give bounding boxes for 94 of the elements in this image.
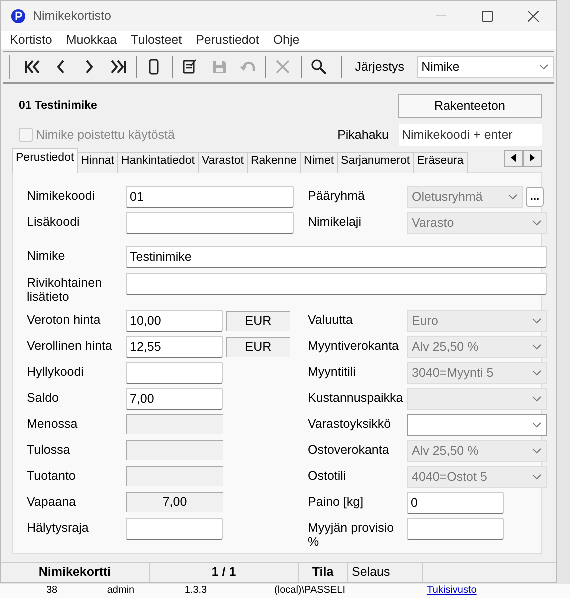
chevron-icon — [538, 64, 549, 70]
item-heading: 01 Testinimike — [19, 100, 98, 112]
field-label: Ostoverokanta — [308, 442, 390, 457]
status-text: Selaus — [348, 562, 423, 582]
chevron-icon — [532, 318, 542, 324]
text-field[interactable] — [126, 518, 223, 540]
field-label: Veroton hinta — [27, 312, 102, 327]
chevron-icon — [532, 370, 542, 376]
field-label: Rivikohtainen lisätieto — [27, 274, 104, 304]
sort-dropdown[interactable]: Nimike — [416, 56, 554, 78]
field-label: Myyntiverokanta — [308, 338, 400, 353]
text-field[interactable]: 10,00 — [126, 310, 223, 332]
text-field[interactable] — [126, 362, 223, 384]
tab[interactable]: Varastot — [198, 152, 248, 173]
menu-item[interactable]: Tulosteet — [124, 33, 190, 48]
text-field[interactable] — [407, 518, 504, 540]
first-icon — [23, 58, 42, 76]
window-title: Nimikekortisto — [33, 9, 112, 23]
text-field[interactable]: 01 — [126, 186, 294, 208]
quick-search-field[interactable]: Nimikekoodi + enter — [399, 124, 542, 146]
tab[interactable]: Hankintatiedot — [117, 152, 199, 173]
text-field[interactable]: 0 — [407, 492, 504, 514]
chevron-icon — [532, 344, 542, 350]
text-field[interactable] — [126, 212, 294, 234]
readonly-field: 7,00 — [126, 492, 223, 512]
field-label: Nimikekoodi — [27, 188, 96, 203]
field-label: Kustannuspaikka — [308, 390, 404, 405]
table-cell-text: 38 — [45, 584, 59, 598]
delete-icon — [274, 58, 292, 76]
search-icon — [310, 58, 328, 76]
field-label: Vapaana — [27, 494, 78, 509]
table-cell-text: admin — [106, 584, 136, 598]
field-label: Hälytysraja — [27, 520, 90, 535]
dropdown[interactable] — [407, 414, 547, 436]
field-label: Menossa — [27, 416, 79, 431]
chevron-icon — [532, 448, 542, 454]
text-field[interactable]: Testinimike — [126, 246, 547, 268]
structure-button[interactable]: Rakenteeton — [398, 94, 542, 118]
field-label: Verollinen hinta — [27, 338, 114, 353]
tab[interactable]: Rakenne — [246, 152, 301, 173]
field-label: Valuutta — [308, 312, 354, 327]
scroll-left-button[interactable] — [504, 150, 523, 167]
table-cell-text: (local)\PASSELI — [274, 584, 346, 598]
scroll-right-button[interactable] — [523, 150, 542, 167]
field-label: Tulossa — [27, 442, 72, 457]
status-text: 1 / 1 — [150, 562, 299, 582]
chevron-icon — [532, 422, 542, 428]
minimize-icon — [436, 15, 446, 17]
tab[interactable]: Eräseura — [413, 152, 468, 173]
chevron-icon — [508, 194, 518, 200]
field-label: Hyllykoodi — [27, 364, 85, 379]
tab[interactable]: Sarjanumerot — [337, 152, 414, 173]
field-label: Paino [kg] — [308, 494, 365, 509]
menu-item[interactable]: Kortisto — [3, 33, 60, 48]
sort-label: Järjestys — [355, 60, 405, 74]
last-icon — [110, 58, 128, 76]
text-field[interactable]: 12,55 — [126, 336, 223, 358]
tab[interactable]: Hinnat — [77, 152, 118, 173]
table-cell-text: 1.3.3 — [184, 584, 208, 598]
tab[interactable]: Nimet — [300, 152, 338, 173]
field-label: Saldo — [27, 390, 60, 405]
field-label: Nimike — [27, 248, 66, 265]
field-label: Pääryhmä — [308, 188, 366, 203]
field-label: Lisäkoodi — [27, 214, 81, 229]
chevron-icon — [532, 220, 542, 226]
tab[interactable]: Perustiedot — [12, 148, 78, 173]
status-text: Nimikekortti — [1, 562, 150, 582]
previous-icon — [56, 60, 66, 74]
field-label: Ostotili — [308, 468, 348, 483]
menu-item[interactable]: Perustiedot — [189, 33, 266, 48]
currency-label: EUR — [226, 336, 290, 357]
field-label: Myyjän provisio % — [308, 520, 396, 549]
support-link[interactable]: Tukisivusto — [388, 584, 516, 598]
currency-label: EUR — [226, 310, 290, 331]
triangle-left-icon — [511, 154, 516, 162]
maximize-icon — [482, 10, 492, 22]
app-logo-icon — [11, 8, 26, 24]
checkbox-label: Nimike poistettu käytöstä — [36, 128, 175, 142]
field-label: Tuotanto — [27, 468, 77, 483]
quick-search-label: Pikahaku — [338, 128, 389, 142]
field-label: Nimikelaji — [308, 214, 362, 229]
menu-item[interactable]: Ohje — [266, 33, 307, 48]
chevron-icon — [532, 474, 542, 480]
status-text: Tila — [299, 562, 348, 582]
text-field[interactable]: 7,00 — [126, 388, 223, 410]
field-label: Myyntitili — [308, 364, 357, 379]
next-icon — [85, 60, 94, 74]
edit-icon — [180, 58, 199, 76]
triangle-right-icon — [530, 154, 535, 162]
close-icon — [528, 10, 538, 22]
menu-item[interactable]: Muokkaa — [59, 33, 124, 48]
text-field[interactable] — [126, 272, 547, 295]
field-label: Varastoyksikkö — [308, 416, 392, 431]
chevron-icon — [532, 396, 542, 402]
